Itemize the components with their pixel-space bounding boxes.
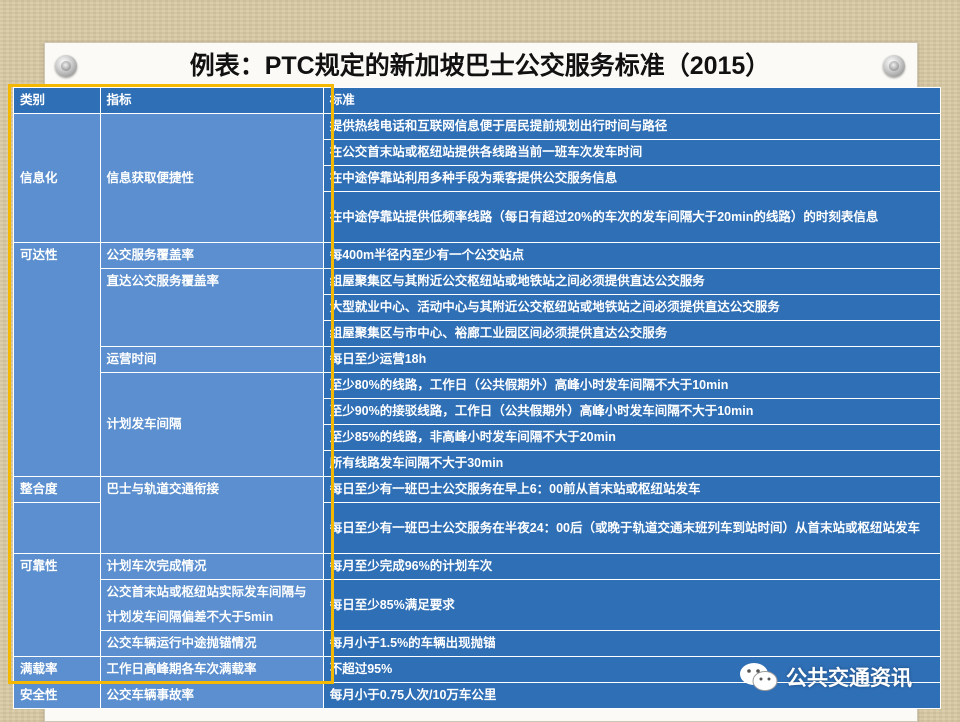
indicator-cell: 公交车辆运行中途抛锚情况 [99, 630, 324, 657]
wechat-icon [740, 663, 778, 691]
indicator-cell: 公交车辆事故率 [99, 682, 324, 709]
pushpin-icon-left [55, 55, 77, 77]
header-indicator: 指标 [99, 87, 324, 114]
table-row: 可达性 公交服务覆盖率 每400m半径内至少有一个公交站点 [13, 242, 942, 477]
table-row: 信息化 信息获取便捷性 提供热线电话和互联网信息便于居民提前规划出行时间与路径 [13, 113, 942, 243]
header-standard: 标准 [322, 87, 942, 114]
pushpin-icon-right [883, 55, 905, 77]
indicator-cell: 工作日高峰期各车次满载率 [99, 656, 324, 683]
table-row: 可靠性 计划车次完成情况 每月至少完成96%的计划车次 [13, 553, 942, 657]
category-cell: 可靠性 [13, 553, 101, 657]
table-row: 直达公交服务覆盖率 组屋聚集区与其附近公交枢纽站或地铁站之间必须提供直达公交服务 [14, 268, 942, 347]
category-cell-empty [13, 502, 101, 554]
watermark-text: 公共交通资讯 [786, 667, 912, 690]
indicator-cell: 巴士与轨道交通衔接 [99, 476, 324, 554]
standard-cell: 组屋聚集区与市中心、裕廊工业园区间必须提供直达公交服务 [322, 320, 942, 347]
standard-cell: 每月至少完成96%的计划车次 [322, 553, 942, 580]
header-category: 类别 [13, 87, 101, 114]
watermark: 公共交通资讯 [738, 660, 912, 694]
standard-cell: 每月小于1.5%的车辆出现抛锚 [322, 630, 942, 657]
table-row: 公交首末站或枢纽站实际发车间隔与计划发车间隔偏差不大于5min 每日至少85%满… [14, 579, 942, 631]
category-cell: 可达性 [13, 242, 101, 477]
standard-cell: 大型就业中心、活动中心与其附近公交枢纽站或地铁站之间必须提供直达公交服务 [322, 294, 942, 321]
indicator-cell: 计划发车间隔 [99, 372, 324, 477]
service-standards-table: 类别 指标 标准 信息化 信息获取便捷性 提供热线电话和互联网信息便于居民提前规… [13, 87, 942, 709]
indicator-cell: 计划车次完成情况 [99, 553, 324, 580]
indicator-cell: 公交首末站或枢纽站实际发车间隔与计划发车间隔偏差不大于5min [99, 579, 324, 631]
table-row: 整合度 巴士与轨道交通衔接 每日至少有一班巴士公交服务在早上6：00前从首末站或… [13, 476, 942, 554]
standard-cell: 至少80%的线路，工作日（公共假期外）高峰小时发车间隔不大于10min [322, 372, 942, 399]
standard-cell: 至少85%的线路，非高峰小时发车间隔不大于20min [322, 424, 942, 451]
indicator-cell: 直达公交服务覆盖率 [99, 268, 324, 347]
indicator-cell: 运营时间 [99, 346, 324, 373]
table-row: 公交车辆运行中途抛锚情况 每月小于1.5%的车辆出现抛锚 [14, 630, 942, 657]
category-cell: 整合度 [13, 476, 101, 503]
standard-cell: 每日至少有一班巴士公交服务在早上6：00前从首末站或枢纽站发车 [322, 476, 942, 503]
standard-cell: 每日至少有一班巴士公交服务在半夜24：00后（或晚于轨道交通末班列车到站时间）从… [322, 502, 942, 554]
standard-cell: 每日至少85%满足要求 [322, 579, 942, 631]
standard-cell: 在公交首末站或枢纽站提供各线路当前一班车次发车时间 [322, 139, 942, 166]
standard-cell: 每日至少运营18h [322, 346, 942, 373]
standard-cell: 提供热线电话和互联网信息便于居民提前规划出行时间与路径 [322, 113, 942, 140]
standard-cell: 组屋聚集区与其附近公交枢纽站或地铁站之间必须提供直达公交服务 [322, 268, 942, 295]
standard-cell: 在中途停靠站提供低频率线路（每日有超过20%的车次的发车间隔大于20min的线路… [322, 191, 942, 243]
category-cell: 安全性 [13, 682, 101, 709]
table-header-row: 类别 指标 标准 [13, 87, 942, 114]
table-row: 运营时间 每日至少运营18h [14, 346, 942, 373]
slide-title: 例表：PTC规定的新加坡巴士公交服务标准（2015） [189, 52, 771, 80]
standard-cell: 所有线路发车间隔不大于30min [322, 450, 942, 477]
indicator-cell: 公交服务覆盖率 [99, 242, 324, 269]
standard-cell: 每400m半径内至少有一个公交站点 [322, 242, 942, 269]
table-row: 计划发车间隔 至少80%的线路，工作日（公共假期外）高峰小时发车间隔不大于10m… [14, 372, 942, 477]
standard-cell: 至少90%的接驳线路，工作日（公共假期外）高峰小时发车间隔不大于10min [322, 398, 942, 425]
standard-cell: 在中途停靠站利用多种手段为乘客提供公交服务信息 [322, 165, 942, 192]
indicator-cell: 信息获取便捷性 [99, 113, 324, 243]
category-cell: 信息化 [13, 113, 101, 243]
category-cell: 满载率 [13, 656, 101, 683]
